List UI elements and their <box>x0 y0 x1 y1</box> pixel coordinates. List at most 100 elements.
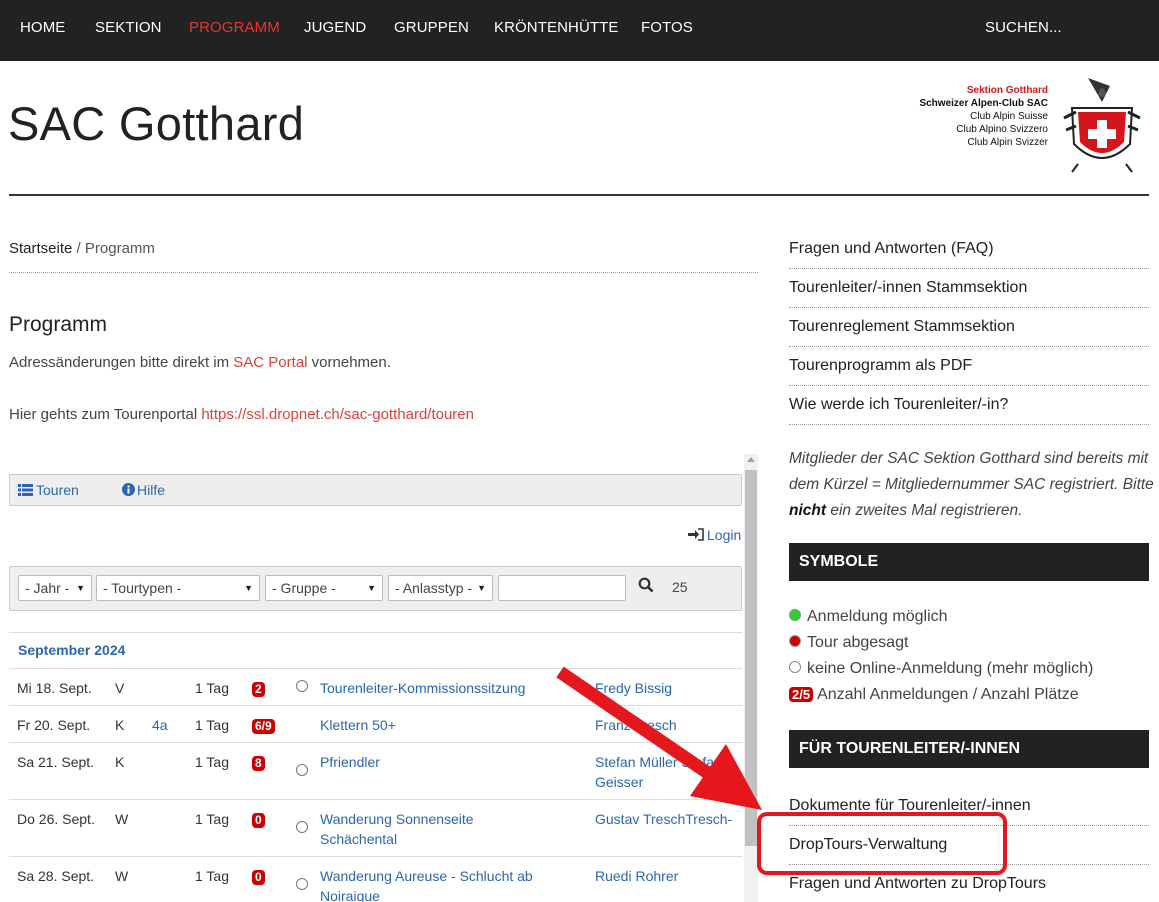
tour-date: Sa 21. Sept. <box>17 754 95 770</box>
tour-date: Fr 20. Sept. <box>17 717 91 733</box>
symbol-label: Anzahl Anmeldungen / Anzahl Plätze <box>817 686 1079 703</box>
login-link[interactable]: Login <box>688 527 741 543</box>
tour-title[interactable]: Tourenleiter-Kommissionssitzung <box>320 678 525 698</box>
symbol-registration-open: Anmeldung möglich <box>789 608 948 626</box>
no-online-registration-icon <box>296 764 308 776</box>
nav-jugend[interactable]: JUGEND <box>304 0 366 61</box>
sidebar-link-pdf[interactable]: Tourenprogramm als PDF <box>789 357 1149 375</box>
page-title: Programm <box>9 313 108 336</box>
results-per-page[interactable]: 25 <box>672 579 688 595</box>
symbol-tour-cancelled: Tour abgesagt <box>789 634 908 652</box>
no-online-registration-icon <box>296 680 308 692</box>
tour-type: K <box>115 754 125 770</box>
sidebar-divider <box>789 268 1149 269</box>
registration-note: Mitglieder der SAC Sektion Gotthard sind… <box>789 446 1159 524</box>
scroll-up-icon[interactable] <box>747 457 755 462</box>
header-divider <box>9 194 1149 196</box>
sidebar-divider <box>789 346 1149 347</box>
registration-badge: 0 <box>252 870 265 885</box>
tour-title[interactable]: Pfriendler <box>320 752 380 772</box>
filter-bar: - Jahr - ▼ - Tourtypen - ▼ - Gruppe - ▼ - A… <box>9 566 742 611</box>
tour-duration: 1 Tag <box>195 811 229 827</box>
logo-line-rm: Club Alpin Svizzer <box>967 137 1048 148</box>
tour-type: V <box>115 680 125 696</box>
logo-line-fr: Club Alpin Suisse <box>970 111 1048 122</box>
tourenportal-link[interactable]: https://ssl.dropnet.ch/sac-gotthard/tour… <box>201 406 474 423</box>
nav-fotos[interactable]: FOTOS <box>641 0 693 61</box>
chevron-down-icon: ▼ <box>76 583 85 593</box>
filter-anlasstyp[interactable]: - Anlasstyp - ▼ <box>388 575 493 601</box>
annotation-highlight-box <box>757 812 1007 875</box>
breadcrumb-separator: / <box>72 240 85 257</box>
tour-title[interactable]: Wanderung Sonnenseite <box>320 809 474 829</box>
logo-club-name: Schweizer Alpen-Club SAC <box>919 98 1048 109</box>
breadcrumb: Startseite / Programm <box>9 240 155 257</box>
table-row[interactable]: Sa 28. Sept. W 1 Tag 0 Wanderung Aureuse… <box>9 856 742 902</box>
tour-title[interactable]: Klettern 50+ <box>320 715 396 735</box>
registration-badge: 2 <box>252 682 265 697</box>
tab-hilfe[interactable]: Hilfe <box>122 482 165 498</box>
breadcrumb-divider <box>9 272 758 273</box>
tour-type: W <box>115 811 129 827</box>
intro-portal: Hier gehts zum Tourenportal https://ssl.… <box>9 406 474 423</box>
tour-date: Mi 18. Sept. <box>17 680 92 696</box>
sidebar-link-become-leader[interactable]: Wie werde ich Tourenleiter/-in? <box>789 396 1149 414</box>
tour-grade: 4a <box>152 717 168 733</box>
registration-badge: 8 <box>252 756 265 771</box>
filter-gruppe[interactable]: - Gruppe - ▼ <box>265 575 383 601</box>
leaders-heading: FÜR TOURENLEITER/-INNEN <box>789 730 1149 768</box>
nav-search[interactable]: SUCHEN... <box>985 0 1062 61</box>
tour-title-line2[interactable]: Schächental <box>320 829 397 849</box>
registration-note-emphasis: nicht <box>789 502 827 519</box>
tour-duration: 1 Tag <box>195 717 229 733</box>
registration-badge: 0 <box>252 813 265 828</box>
login-icon <box>688 528 704 541</box>
tab-touren[interactable]: Touren <box>18 482 79 498</box>
tour-title[interactable]: Wanderung Aureuse - Schlucht ab <box>320 866 533 886</box>
month-header: September 2024 <box>18 642 126 658</box>
symbols-heading: SYMBOLE <box>789 543 1149 581</box>
red-dot-icon <box>789 635 801 647</box>
search-input[interactable] <box>498 575 626 601</box>
symbol-label: keine Online-Anmeldung (mehr möglich) <box>807 660 1094 677</box>
tour-title-line2[interactable]: Noiraigue <box>320 886 380 902</box>
table-top-divider <box>9 632 742 633</box>
filter-jahr-value: - Jahr - <box>25 580 70 596</box>
logo-line-it: Club Alpino Svizzero <box>956 124 1048 135</box>
logo-text: Sektion Gotthard Schweizer Alpen-Club SA… <box>919 84 1048 149</box>
tab-touren-label: Touren <box>36 482 79 498</box>
filter-gruppe-value: - Gruppe - <box>272 580 336 596</box>
filter-jahr[interactable]: - Jahr - ▼ <box>18 575 92 601</box>
tour-duration: 1 Tag <box>195 680 229 696</box>
tour-duration: 1 Tag <box>195 868 229 884</box>
nav-sektion[interactable]: SEKTION <box>95 0 162 61</box>
tour-duration: 1 Tag <box>195 754 229 770</box>
sidebar-link-tourenleiter[interactable]: Tourenleiter/-innen Stammsektion <box>789 279 1149 297</box>
registration-badge: 2/5 <box>789 687 814 702</box>
login-label: Login <box>707 527 742 543</box>
breadcrumb-home[interactable]: Startseite <box>9 240 72 257</box>
sidebar-link-faq[interactable]: Fragen und Antworten (FAQ) <box>789 240 1149 258</box>
nav-home[interactable]: HOME <box>20 0 65 61</box>
nav-gruppen[interactable]: GRUPPEN <box>394 0 469 61</box>
info-icon <box>122 483 135 496</box>
nav-kroentenhuette[interactable]: KRÖNTENHÜTTE <box>494 0 619 61</box>
search-icon[interactable] <box>638 577 654 593</box>
tour-leader[interactable]: Ruedi Rohrer <box>595 866 678 886</box>
breadcrumb-current: Programm <box>84 240 155 257</box>
site-title[interactable]: SAC Gotthard <box>8 96 304 151</box>
sidebar-divider <box>789 385 1149 386</box>
sidebar-link-reglement[interactable]: Tourenreglement Stammsektion <box>789 318 1149 336</box>
annotation-arrow-icon <box>556 666 762 810</box>
filter-tourtypen-value: - Tourtypen - <box>103 580 182 596</box>
nav-programm[interactable]: PROGRAMM <box>189 0 280 61</box>
registration-note-text: Mitglieder der SAC Sektion Gotthard sind… <box>789 450 1154 493</box>
no-online-registration-icon <box>296 878 308 890</box>
no-online-registration-icon <box>296 821 308 833</box>
sac-portal-link[interactable]: SAC Portal <box>233 354 307 371</box>
filter-anlasstyp-value: - Anlasstyp - <box>395 580 473 596</box>
sidebar-link-droptours-faq[interactable]: Fragen und Antworten zu DropTours <box>789 875 1149 893</box>
filter-tourtypen[interactable]: - Tourtypen - ▼ <box>96 575 260 601</box>
chevron-down-icon: ▼ <box>244 583 253 593</box>
tour-date: Sa 28. Sept. <box>17 868 95 884</box>
